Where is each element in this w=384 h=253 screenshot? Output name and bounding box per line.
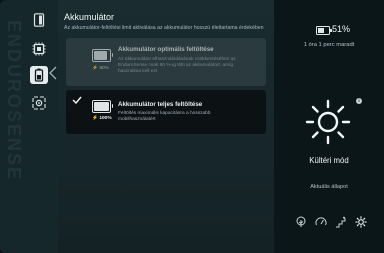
sun-large-icon [305,99,351,145]
current-state-label: Aktuális állapot [310,184,348,190]
battery-status-icon [316,26,332,35]
battery-status-fill [318,28,325,33]
mode-selector [294,215,372,229]
mode-button-climb[interactable] [334,215,348,229]
battery-80-fill [94,51,107,60]
option-card-optimal[interactable]: ⚡ 80% Akkumulátor optimális feltöltése A… [66,38,266,86]
option-percent: ⚡ 100% [92,116,112,121]
sun-icon [355,216,367,228]
page-subtitle: Az akkumulátor-feltöltési limit aktiválá… [64,25,264,31]
battery-full-fill [94,102,109,111]
info-icon[interactable]: i [356,98,362,104]
option-title: Akkumulátor optimális feltöltése [118,46,214,53]
sidebar-item-phone[interactable] [30,11,48,29]
app-window: ENDUROSENSE Akkumulátor Az akkumulátor-f… [0,0,384,253]
battery-full-icon [92,100,113,113]
brand-watermark: ENDUROSENSE [4,20,24,182]
option-description-line: mobilhasználatért [118,117,156,123]
speedometer-icon [315,217,327,226]
checkmark-icon [72,96,82,104]
mode-button-performance[interactable] [314,215,328,229]
sidebar-item-battery[interactable] [30,66,48,84]
option-description-line: használnia kell ezt [118,69,158,75]
phone-icon [33,13,45,27]
option-percent: ⚡ 80% [92,66,109,71]
status-panel: 51% 1 óra 1 perc maradt i Kültéri mód Ak… [274,0,384,253]
cpu-icon [32,42,46,56]
battery-80-icon [92,49,113,62]
battery-icon [34,68,44,82]
option-description: Az akkumulátor elhasználódásának csökken… [118,57,258,76]
sidebar-item-settings[interactable] [30,94,48,112]
climb-icon [336,216,346,228]
option-title: Akkumulátor teljes feltöltése [118,101,203,108]
settings-hex-icon [32,96,46,110]
option-description: Feltöltés maximális kapacitásra a hossza… [118,111,258,123]
chevron-left-icon [49,66,57,80]
mode-button-outdoor-tree[interactable] [294,215,308,229]
option-card-full[interactable]: ⚡ 100% Akkumulátor teljes feltöltése Fel… [66,90,266,134]
sidebar: ENDUROSENSE [0,0,58,253]
mode-name: Kültéri mód [309,156,349,165]
tree-icon [296,216,306,227]
sidebar-item-cpu[interactable] [30,40,48,58]
page-title: Akkumulátor [64,12,115,22]
battery-percent: 51% [332,24,351,34]
mode-button-outdoor-sun[interactable] [354,215,368,229]
battery-remaining: 1 óra 1 perc maradt [303,42,355,48]
